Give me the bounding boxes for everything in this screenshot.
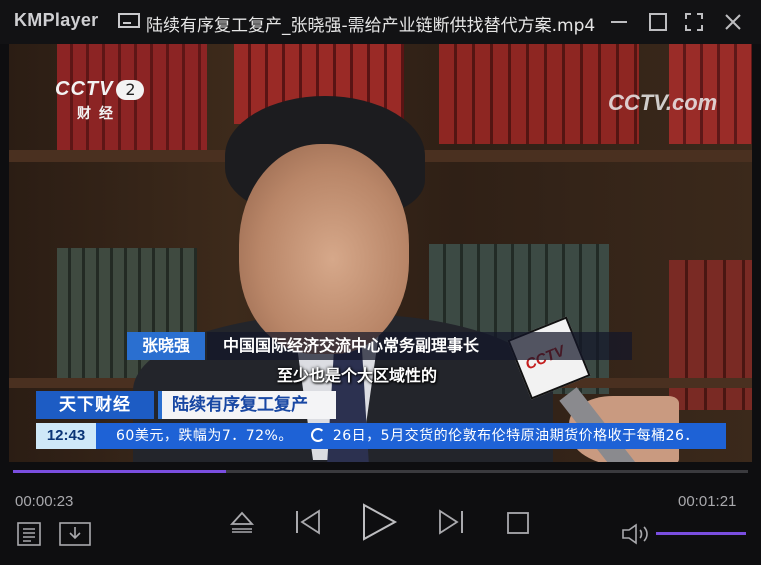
watermark-suffix: com <box>672 90 718 115</box>
ticker-text-part1: 60美元，跌幅为7．72%。 <box>116 428 293 444</box>
fullscreen-button[interactable] <box>680 8 708 36</box>
volume-slider-level <box>656 532 746 535</box>
volume-button[interactable] <box>621 523 651 545</box>
eject-icon <box>229 511 255 533</box>
cctv-ticker-icon <box>310 428 325 442</box>
eject-button[interactable] <box>229 510 255 534</box>
close-button[interactable] <box>719 8 747 36</box>
channel-logo: CCTV 2 财经 <box>55 78 145 122</box>
fullscreen-icon <box>685 13 703 31</box>
file-icon <box>118 13 140 28</box>
title-bar[interactable]: KMPlayer 陆续有序复工复产_张晓强-需给产业链断供找替代方案.mp4 <box>0 0 761 44</box>
volume-icon <box>622 523 648 545</box>
next-icon <box>439 509 463 535</box>
channel-name: 财经 <box>77 106 121 122</box>
seek-bar-progress <box>13 470 227 473</box>
volume-slider[interactable] <box>656 532 746 535</box>
channel-number: 2 <box>116 80 145 100</box>
program-name-banner: 天下财经 <box>36 391 154 419</box>
stop-icon <box>507 512 529 534</box>
previous-button[interactable] <box>294 509 322 535</box>
ticker-text-part2: 26日，5月交货的伦敦布伦特原油期货价格收于每桶26． <box>332 428 699 444</box>
current-time: 00:00:23 <box>15 493 74 510</box>
next-button[interactable] <box>437 509 465 535</box>
subtitle-text: 至少也是个大区域性的 <box>277 366 438 385</box>
app-logo[interactable]: KMPlayer <box>14 10 98 31</box>
watermark-prefix: CCTV <box>608 90 666 115</box>
ticker-clock: 12:43 <box>36 423 96 449</box>
channel-logo-text: CCTV <box>55 78 114 100</box>
previous-icon <box>296 509 320 535</box>
video-area[interactable]: CCTV CCTV2 财经 CCTV.com 张晓强 中国国际经济交流中心常务副… <box>9 44 752 462</box>
cctv-watermark: CCTV.com <box>608 90 718 115</box>
play-icon <box>363 503 398 541</box>
minimize-button[interactable] <box>606 8 634 36</box>
speaker-face <box>239 144 409 354</box>
playlist-icon <box>17 522 41 546</box>
news-ticker: 12:43 60美元，跌幅为7．72%。 26日，5月交货的伦敦布伦特原油期货价格… <box>36 423 726 449</box>
stop-button[interactable] <box>506 511 530 535</box>
maximize-button[interactable] <box>643 8 671 36</box>
seek-bar[interactable] <box>13 470 748 473</box>
download-icon <box>59 522 91 546</box>
speaker-title-label: 中国国际经济交流中心常务副理事长 <box>207 332 632 360</box>
download-button[interactable] <box>59 522 91 546</box>
segment-title-banner: 陆续有序复工复产 <box>158 391 336 419</box>
play-button[interactable] <box>359 502 399 542</box>
window-title: 陆续有序复工复产_张晓强-需给产业链断供找替代方案.mp4 <box>146 16 596 36</box>
speaker-name-label: 张晓强 <box>127 332 205 360</box>
playlist-button[interactable] <box>17 522 43 546</box>
total-time[interactable]: 00:01:21 <box>678 493 736 510</box>
ticker-text: 60美元，跌幅为7．72%。 26日，5月交货的伦敦布伦特原油期货价格收于每桶26… <box>116 423 726 449</box>
close-icon <box>725 14 741 30</box>
